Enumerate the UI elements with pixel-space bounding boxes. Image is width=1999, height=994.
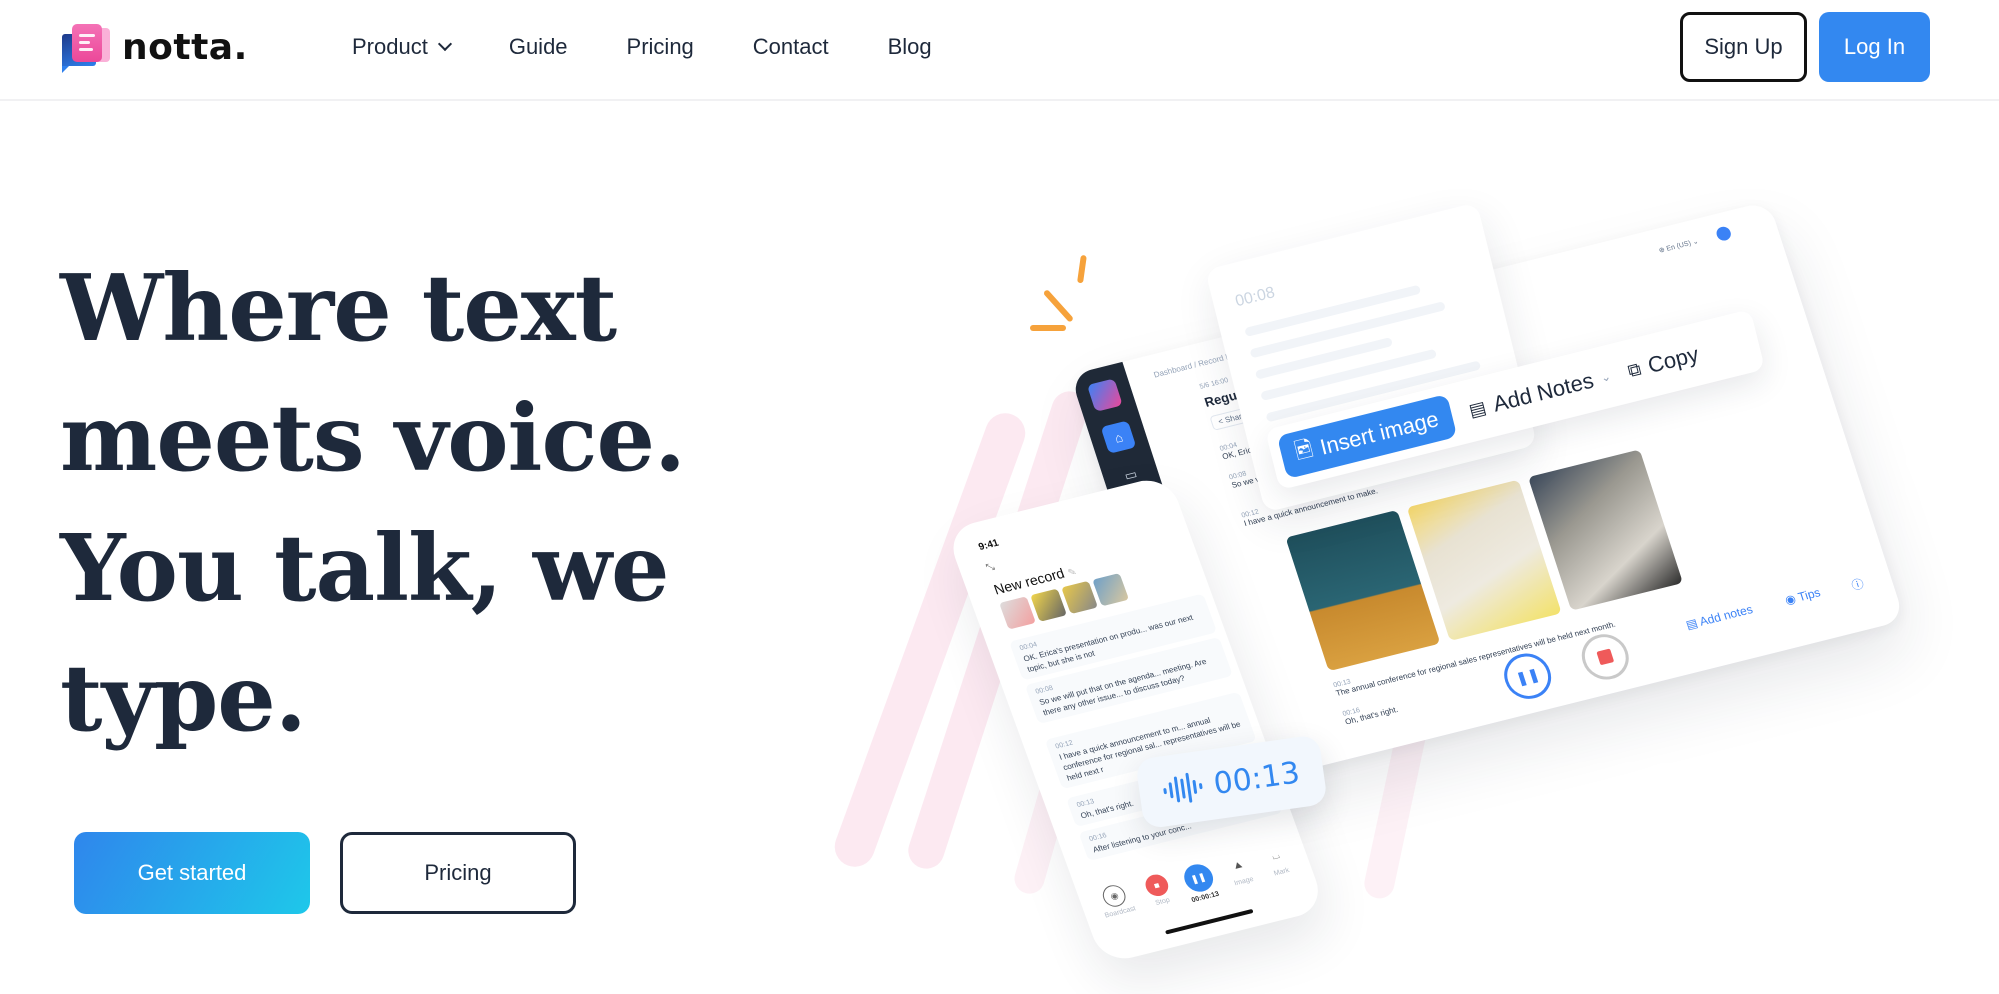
- notta-logo-icon: [60, 22, 112, 73]
- chevron-down-icon: ⌄: [1599, 368, 1613, 385]
- broadcast-control: ◉ Boardcast: [1095, 882, 1137, 920]
- nav-item-guide[interactable]: Guide: [509, 34, 568, 60]
- nav-item-blog[interactable]: Blog: [888, 34, 932, 60]
- sign-up-button[interactable]: Sign Up: [1680, 12, 1807, 82]
- nav-item-pricing[interactable]: Pricing: [627, 34, 694, 60]
- site-header: notta. Product Guide Pricing Contact Blo…: [0, 0, 1999, 101]
- note-add-icon: ▤: [1466, 396, 1489, 421]
- phone-clock: 9:41: [977, 537, 1001, 554]
- home-indicator: [1164, 908, 1254, 935]
- pause-button: ❚❚: [1498, 648, 1558, 704]
- record-date: 5/6 16:00: [1198, 377, 1230, 391]
- transcript-segment: 00:16 Oh, that's right.: [1341, 704, 1400, 727]
- brand-name: notta.: [122, 26, 248, 68]
- chevron-down-icon: [437, 36, 452, 52]
- info-icon: ⓘ: [1849, 576, 1866, 593]
- language-selector: ⊕ En (US) ⌄: [1658, 238, 1700, 255]
- spark-decoration: [1030, 325, 1066, 331]
- image-control: ⛰ Image: [1232, 858, 1255, 888]
- avatar: [1714, 225, 1733, 243]
- hero-illustration: ⌂ ▭ ▢ ▤ ▥ Dashboard / Record Detail 5/6 …: [829, 160, 1999, 994]
- collapse-icon: ⤡: [984, 561, 997, 574]
- get-started-button[interactable]: Get started: [74, 832, 310, 914]
- hero-title-line: meets voice.: [60, 384, 686, 492]
- add-notes-link: ▤ Add notes: [1684, 602, 1755, 633]
- hero-title: Where text meets voice. You talk, we typ…: [60, 243, 740, 763]
- thumbnail: [1030, 588, 1067, 622]
- edit-icon: ✎: [1066, 566, 1079, 580]
- tips-link: ◉ Tips: [1783, 585, 1823, 608]
- home-icon: ⌂: [1100, 420, 1137, 454]
- mark-control: ⌴ Mark: [1270, 849, 1291, 878]
- hero-title-line: You talk, we: [60, 514, 670, 622]
- nav-item-product[interactable]: Product: [352, 34, 452, 60]
- thumbnail: [999, 596, 1036, 630]
- hero-title-line: type.: [60, 644, 307, 752]
- timer-value: 00:13: [1211, 754, 1302, 802]
- spark-decoration: [1077, 254, 1087, 284]
- main-nav: Product Guide Pricing Contact Blog: [352, 30, 991, 64]
- copy-icon: ⧉: [1625, 358, 1643, 381]
- brand-logo[interactable]: notta.: [60, 22, 248, 73]
- stop-control: ■ Stop: [1142, 872, 1174, 908]
- image-icon: 🖻: [1292, 435, 1316, 464]
- nav-item-contact[interactable]: Contact: [753, 34, 829, 60]
- thumbnail: [1092, 573, 1130, 607]
- pricing-button[interactable]: Pricing: [340, 832, 576, 914]
- stop-button: [1575, 629, 1635, 685]
- thumbnail: [1061, 580, 1099, 615]
- log-in-button[interactable]: Log In: [1819, 12, 1930, 82]
- nav-item-label: Product: [352, 34, 428, 59]
- note-timestamp: 00:08: [1233, 284, 1277, 311]
- hero-title-line: Where text: [60, 254, 617, 362]
- app-logo-icon: [1086, 378, 1123, 412]
- audio-wave-icon: [1161, 771, 1204, 806]
- pause-control: ❚❚ 00:00:13: [1179, 861, 1220, 904]
- copy-button: ⧉ Copy: [1625, 341, 1702, 381]
- spark-decoration: [1042, 288, 1074, 323]
